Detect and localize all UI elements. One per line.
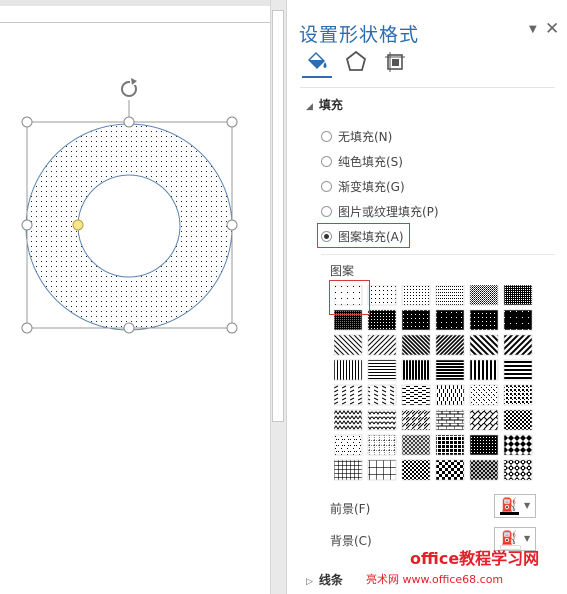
pattern-swatch[interactable] xyxy=(503,309,533,331)
radio-label: 渐变填充(G) xyxy=(338,180,405,194)
pattern-swatch[interactable] xyxy=(503,459,533,481)
pattern-swatch[interactable] xyxy=(503,384,533,406)
pattern-swatch[interactable] xyxy=(367,384,397,406)
line-section-title: 线条 xyxy=(318,573,343,587)
adjust-handle[interactable] xyxy=(72,219,84,231)
document-canvas xyxy=(21,78,238,334)
radio-button[interactable] xyxy=(321,156,332,167)
format-shape-pane: 设置形状格式 ▼ ✕ ◢ 填充 无填充(N) 纯色填充(S) 渐变填充(G) 图片… xyxy=(288,0,567,594)
line-section-header[interactable]: ▷ 线条 xyxy=(306,571,343,588)
paint-bucket-icon: ⛽ xyxy=(501,498,518,513)
foreground-color-button[interactable]: ⛽ ▼ xyxy=(494,494,536,518)
pattern-swatch[interactable] xyxy=(334,359,363,381)
pattern-swatch[interactable] xyxy=(367,409,397,431)
radio-picture-fill[interactable]: 图片或纹理填充(P) xyxy=(321,203,439,220)
pattern-swatch[interactable] xyxy=(435,459,465,481)
pattern-swatch[interactable] xyxy=(503,434,533,456)
watermark-title: office教程学习网 xyxy=(410,549,540,568)
highlight-box-pattern-fill xyxy=(317,223,410,248)
pattern-swatch[interactable] xyxy=(401,309,431,331)
radio-button[interactable] xyxy=(321,181,332,192)
tab-active-indicator xyxy=(302,76,332,78)
pattern-swatch[interactable] xyxy=(503,285,533,306)
pattern-swatch[interactable] xyxy=(367,434,397,456)
pattern-swatch[interactable] xyxy=(401,334,431,356)
chevron-down-icon: ▼ xyxy=(524,534,531,543)
pane-title: 设置形状格式 xyxy=(299,24,420,46)
pattern-swatch[interactable] xyxy=(503,409,533,431)
pattern-swatch[interactable] xyxy=(435,285,465,306)
pattern-swatch[interactable] xyxy=(334,334,363,356)
radio-no-fill[interactable]: 无填充(N) xyxy=(321,128,392,145)
pattern-swatch[interactable] xyxy=(334,459,363,481)
radio-button[interactable] xyxy=(321,131,332,142)
pattern-swatch[interactable] xyxy=(334,409,363,431)
pattern-swatch[interactable] xyxy=(469,285,499,306)
document-area xyxy=(0,0,270,594)
collapse-triangle-icon: ◢ xyxy=(306,102,313,112)
expand-triangle-icon: ▷ xyxy=(306,577,313,587)
pattern-swatch[interactable] xyxy=(435,434,465,456)
pentagon-icon[interactable] xyxy=(342,48,370,76)
radio-label: 纯色填充(S) xyxy=(338,155,403,169)
divider xyxy=(300,87,555,88)
pattern-swatch[interactable] xyxy=(469,384,499,406)
pattern-swatch[interactable] xyxy=(435,384,465,406)
pattern-swatch[interactable] xyxy=(401,359,431,381)
pattern-swatch[interactable] xyxy=(469,359,499,381)
close-icon[interactable]: ✕ xyxy=(545,19,559,39)
pattern-swatch[interactable] xyxy=(469,334,499,356)
pattern-swatch[interactable] xyxy=(334,384,363,406)
pattern-swatch[interactable] xyxy=(435,309,465,331)
pattern-swatch[interactable] xyxy=(401,285,431,306)
pattern-swatch[interactable] xyxy=(503,359,533,381)
pattern-swatch[interactable] xyxy=(367,359,397,381)
radio-label: 图片或纹理填充(P) xyxy=(338,205,439,219)
foreground-swatch xyxy=(500,512,519,515)
watermark-url: 亮术网 www.office68.com xyxy=(366,573,504,586)
paint-bucket-icon: ⛽ xyxy=(501,531,518,546)
pattern-swatch[interactable] xyxy=(401,459,431,481)
pattern-swatch[interactable] xyxy=(367,309,397,331)
radio-gradient-fill[interactable]: 渐变填充(G) xyxy=(321,178,405,195)
pattern-gallery[interactable] xyxy=(334,285,536,485)
pattern-swatch[interactable] xyxy=(401,409,431,431)
pattern-swatch[interactable] xyxy=(435,334,465,356)
pattern-label: 图案 xyxy=(330,264,355,278)
pattern-swatch[interactable] xyxy=(469,409,499,431)
pattern-swatch[interactable] xyxy=(469,309,499,331)
pane-options-chevron-down-icon[interactable]: ▼ xyxy=(529,24,537,35)
divider xyxy=(321,254,555,255)
radio-label: 无填充(N) xyxy=(338,130,393,144)
size-layout-icon[interactable] xyxy=(381,48,409,76)
paint-bucket-icon[interactable] xyxy=(303,48,331,76)
pattern-swatch[interactable] xyxy=(503,334,533,356)
rotate-handle-icon[interactable] xyxy=(121,78,139,97)
pattern-swatch[interactable] xyxy=(401,384,431,406)
chevron-down-icon: ▼ xyxy=(524,501,531,510)
pattern-swatch[interactable] xyxy=(334,434,363,456)
pattern-swatch[interactable] xyxy=(401,434,431,456)
donut-shape[interactable] xyxy=(25,123,233,331)
pattern-swatch[interactable] xyxy=(435,359,465,381)
scrollbar-thumb[interactable] xyxy=(272,10,284,422)
pattern-swatch[interactable] xyxy=(367,334,397,356)
fill-section-title: 填充 xyxy=(318,98,343,112)
pattern-swatch[interactable] xyxy=(469,434,499,456)
foreground-label: 前景(F) xyxy=(330,502,371,516)
pattern-swatch[interactable] xyxy=(469,459,499,481)
pattern-swatch[interactable] xyxy=(435,409,465,431)
radio-button[interactable] xyxy=(321,206,332,217)
pattern-swatch[interactable] xyxy=(367,459,397,481)
pattern-selected-highlight xyxy=(329,280,370,315)
pattern-swatch[interactable] xyxy=(367,285,397,306)
fill-section-header[interactable]: ◢ 填充 xyxy=(306,96,343,113)
background-label: 背景(C) xyxy=(330,534,372,548)
radio-solid-fill[interactable]: 纯色填充(S) xyxy=(321,153,403,170)
